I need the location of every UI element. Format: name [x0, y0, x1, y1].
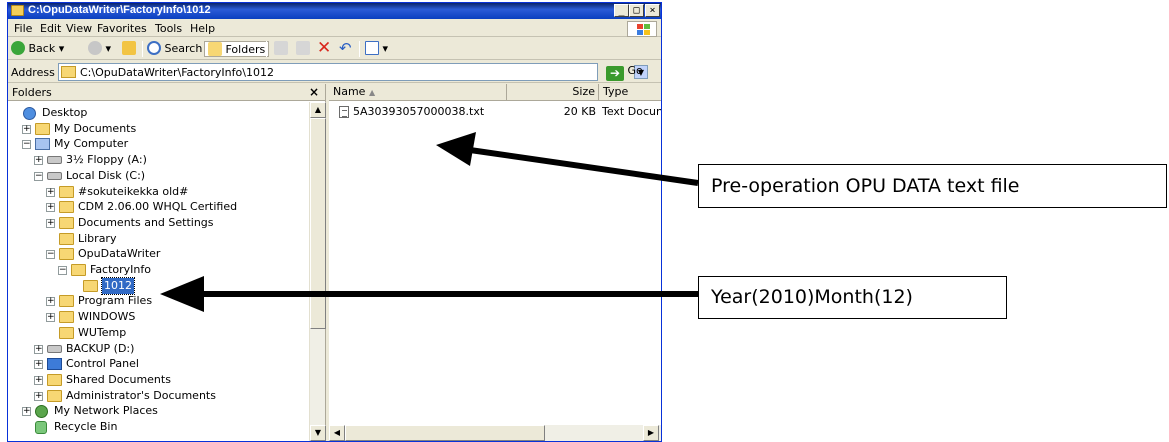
- folder-callout-arrow: [160, 276, 698, 312]
- file-callout-arrow: [436, 132, 699, 186]
- file-callout-label: Pre-operation OPU DATA text file: [698, 164, 1167, 208]
- annotation-arrows: [160, 132, 699, 312]
- folder-callout-label: Year(2010)Month(12): [698, 276, 1007, 319]
